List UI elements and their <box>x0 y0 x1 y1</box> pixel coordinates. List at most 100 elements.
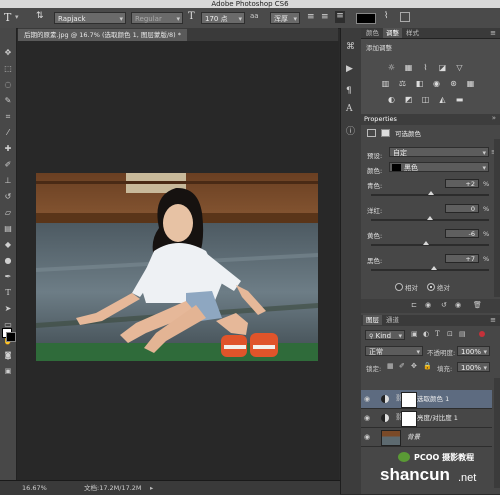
font-family-select[interactable]: Rapjack <box>54 12 126 25</box>
color-balance-icon[interactable]: ⚖ <box>398 79 407 88</box>
panel-menu-icon[interactable]: ≡ <box>490 316 496 324</box>
history-panel-icon[interactable]: ⌘ <box>346 42 355 52</box>
character-panel-icon[interactable]: A <box>346 104 353 114</box>
fill-input[interactable]: 100% <box>457 362 490 373</box>
layer-mask-thumbnail[interactable] <box>401 392 417 408</box>
chevron-down-icon[interactable]: ▾ <box>15 13 19 21</box>
clone-stamp-tool-icon[interactable]: ⊥ <box>3 176 13 186</box>
levels-icon[interactable]: ▦ <box>404 63 413 72</box>
layer-mask-icon[interactable] <box>381 129 390 137</box>
filter-smart-object-icon[interactable]: ▤ <box>459 330 466 338</box>
font-style-select[interactable]: Regular <box>131 12 183 25</box>
blend-mode-select[interactable]: 正常 <box>365 346 423 357</box>
document-image[interactable] <box>36 173 318 361</box>
posterize-icon[interactable]: ◩ <box>404 95 413 104</box>
align-left-icon[interactable]: ≡ <box>307 12 315 22</box>
threshold-icon[interactable]: ◫ <box>421 95 430 104</box>
lock-transparency-icon[interactable]: ▦ <box>387 362 394 370</box>
view-previous-icon[interactable]: ◉ <box>425 301 431 309</box>
layer-row-background[interactable]: ◉ 背景 <box>361 428 492 447</box>
layer-row-selective-color[interactable]: ◉ ⛓ 选取颜色 1 <box>361 390 492 409</box>
paragraph-panel-icon[interactable]: ¶ <box>346 86 352 96</box>
properties-scrollbar[interactable] <box>494 139 500 297</box>
cyan-slider-knob[interactable] <box>428 191 435 195</box>
actions-panel-icon[interactable]: ▶ <box>346 64 353 74</box>
relative-radio[interactable] <box>395 283 403 291</box>
history-brush-tool-icon[interactable]: ↺ <box>3 192 13 202</box>
type-tool-icon[interactable]: T <box>3 288 13 298</box>
colors-select[interactable]: 黑色 <box>389 162 489 173</box>
visibility-eye-icon[interactable]: ◉ <box>364 414 370 422</box>
layer-row-brightness-contrast[interactable]: ◉ ⛓ 亮度/对比度 1 <box>361 409 492 428</box>
gradient-map-icon[interactable]: ▬ <box>455 95 464 104</box>
quick-mask-icon[interactable]: ◙ <box>3 350 13 360</box>
tab-styles[interactable]: 样式 <box>403 28 422 38</box>
color-lookup-icon[interactable]: ▦ <box>466 79 475 88</box>
black-slider-knob[interactable] <box>430 266 437 270</box>
filter-adjustment-icon[interactable]: ◐ <box>423 330 429 338</box>
gradient-tool-icon[interactable]: ▤ <box>3 224 13 234</box>
quick-select-tool-icon[interactable]: ✎ <box>3 96 13 106</box>
filter-pixel-icon[interactable]: ▣ <box>411 330 418 338</box>
black-white-icon[interactable]: ◧ <box>415 79 424 88</box>
eraser-tool-icon[interactable]: ▱ <box>3 208 13 218</box>
tab-adjustments[interactable]: 调整 <box>383 28 402 38</box>
brush-tool-icon[interactable]: ✐ <box>3 160 13 170</box>
reset-icon[interactable]: ↺ <box>441 301 447 309</box>
tab-layers[interactable]: 图层 <box>363 315 382 325</box>
cyan-value-input[interactable]: +2 <box>445 179 479 188</box>
layer-filter-select[interactable]: ⚲ Kind <box>365 330 405 341</box>
marquee-tool-icon[interactable]: ⬚ <box>3 64 13 74</box>
pen-tool-icon[interactable]: ✒ <box>3 272 13 282</box>
tab-channels[interactable]: 通道 <box>383 315 402 325</box>
filter-toggle[interactable] <box>479 331 485 337</box>
opacity-input[interactable]: 100% <box>457 346 490 357</box>
lock-position-icon[interactable]: ✥ <box>411 362 417 370</box>
brightness-contrast-icon[interactable]: ☼ <box>387 63 396 72</box>
delete-icon[interactable]: 🗑 <box>473 301 482 309</box>
orientation-toggle-icon[interactable]: ⇅ <box>36 11 44 21</box>
panel-menu-icon[interactable]: ≡ <box>490 29 496 37</box>
photo-filter-icon[interactable]: ◉ <box>432 79 441 88</box>
type-tool-icon[interactable]: T <box>4 11 11 24</box>
tab-color[interactable]: 颜色 <box>363 28 382 38</box>
cyan-slider-track[interactable] <box>371 191 489 196</box>
selective-color-icon[interactable]: ◭ <box>438 95 447 104</box>
visibility-eye-icon[interactable]: ◉ <box>364 395 370 403</box>
magenta-slider-track[interactable] <box>371 216 489 221</box>
vibrance-icon[interactable]: ▽ <box>455 63 464 72</box>
healing-brush-tool-icon[interactable]: ✚ <box>3 144 13 154</box>
hue-saturation-icon[interactable]: ▥ <box>381 79 390 88</box>
character-panel-icon[interactable] <box>400 12 410 22</box>
absolute-radio[interactable] <box>427 283 435 291</box>
crop-tool-icon[interactable]: ⌗ <box>3 112 13 122</box>
document-info[interactable]: 文档:17.2M/17.2M <box>84 481 142 495</box>
clip-to-layer-icon[interactable]: ⊏ <box>411 301 417 309</box>
warp-text-icon[interactable]: ⌇ <box>384 11 388 21</box>
document-tab[interactable]: 后期的原素.jpg @ 16.7% (选取颜色 1, 图层蒙版/8) * <box>18 29 188 41</box>
info-panel-icon[interactable]: ⓘ <box>346 124 355 137</box>
curves-icon[interactable]: ⌇ <box>421 63 430 72</box>
black-slider-track[interactable] <box>371 266 489 271</box>
antialias-select[interactable]: 浑厚 <box>270 12 300 25</box>
invert-icon[interactable]: ◐ <box>387 95 396 104</box>
visibility-icon[interactable]: ◉ <box>455 301 461 309</box>
filter-type-icon[interactable]: T <box>435 330 440 338</box>
visibility-eye-icon[interactable]: ◉ <box>364 433 370 441</box>
move-tool-icon[interactable]: ✥ <box>3 48 13 58</box>
lock-pixels-icon[interactable]: ✐ <box>399 362 405 370</box>
blur-tool-icon[interactable]: ◆ <box>3 240 13 250</box>
exposure-icon[interactable]: ◪ <box>438 63 447 72</box>
eyedropper-tool-icon[interactable]: ⁄ <box>3 128 13 138</box>
align-center-icon[interactable]: ≡ <box>321 12 329 22</box>
yellow-slider-knob[interactable] <box>423 241 430 245</box>
collapse-icon[interactable]: » <box>492 114 496 122</box>
zoom-level[interactable]: 16.67% <box>22 481 47 495</box>
align-right-icon[interactable]: ≡ <box>335 11 345 23</box>
preset-select[interactable]: 自定 <box>389 147 489 158</box>
screen-mode-icon[interactable]: ▣ <box>3 366 13 376</box>
status-menu-icon[interactable]: ▸ <box>150 481 153 495</box>
layer-mask-thumbnail[interactable] <box>401 411 417 427</box>
lasso-tool-icon[interactable]: ◌ <box>3 80 13 90</box>
channel-mixer-icon[interactable]: ⊛ <box>449 79 458 88</box>
